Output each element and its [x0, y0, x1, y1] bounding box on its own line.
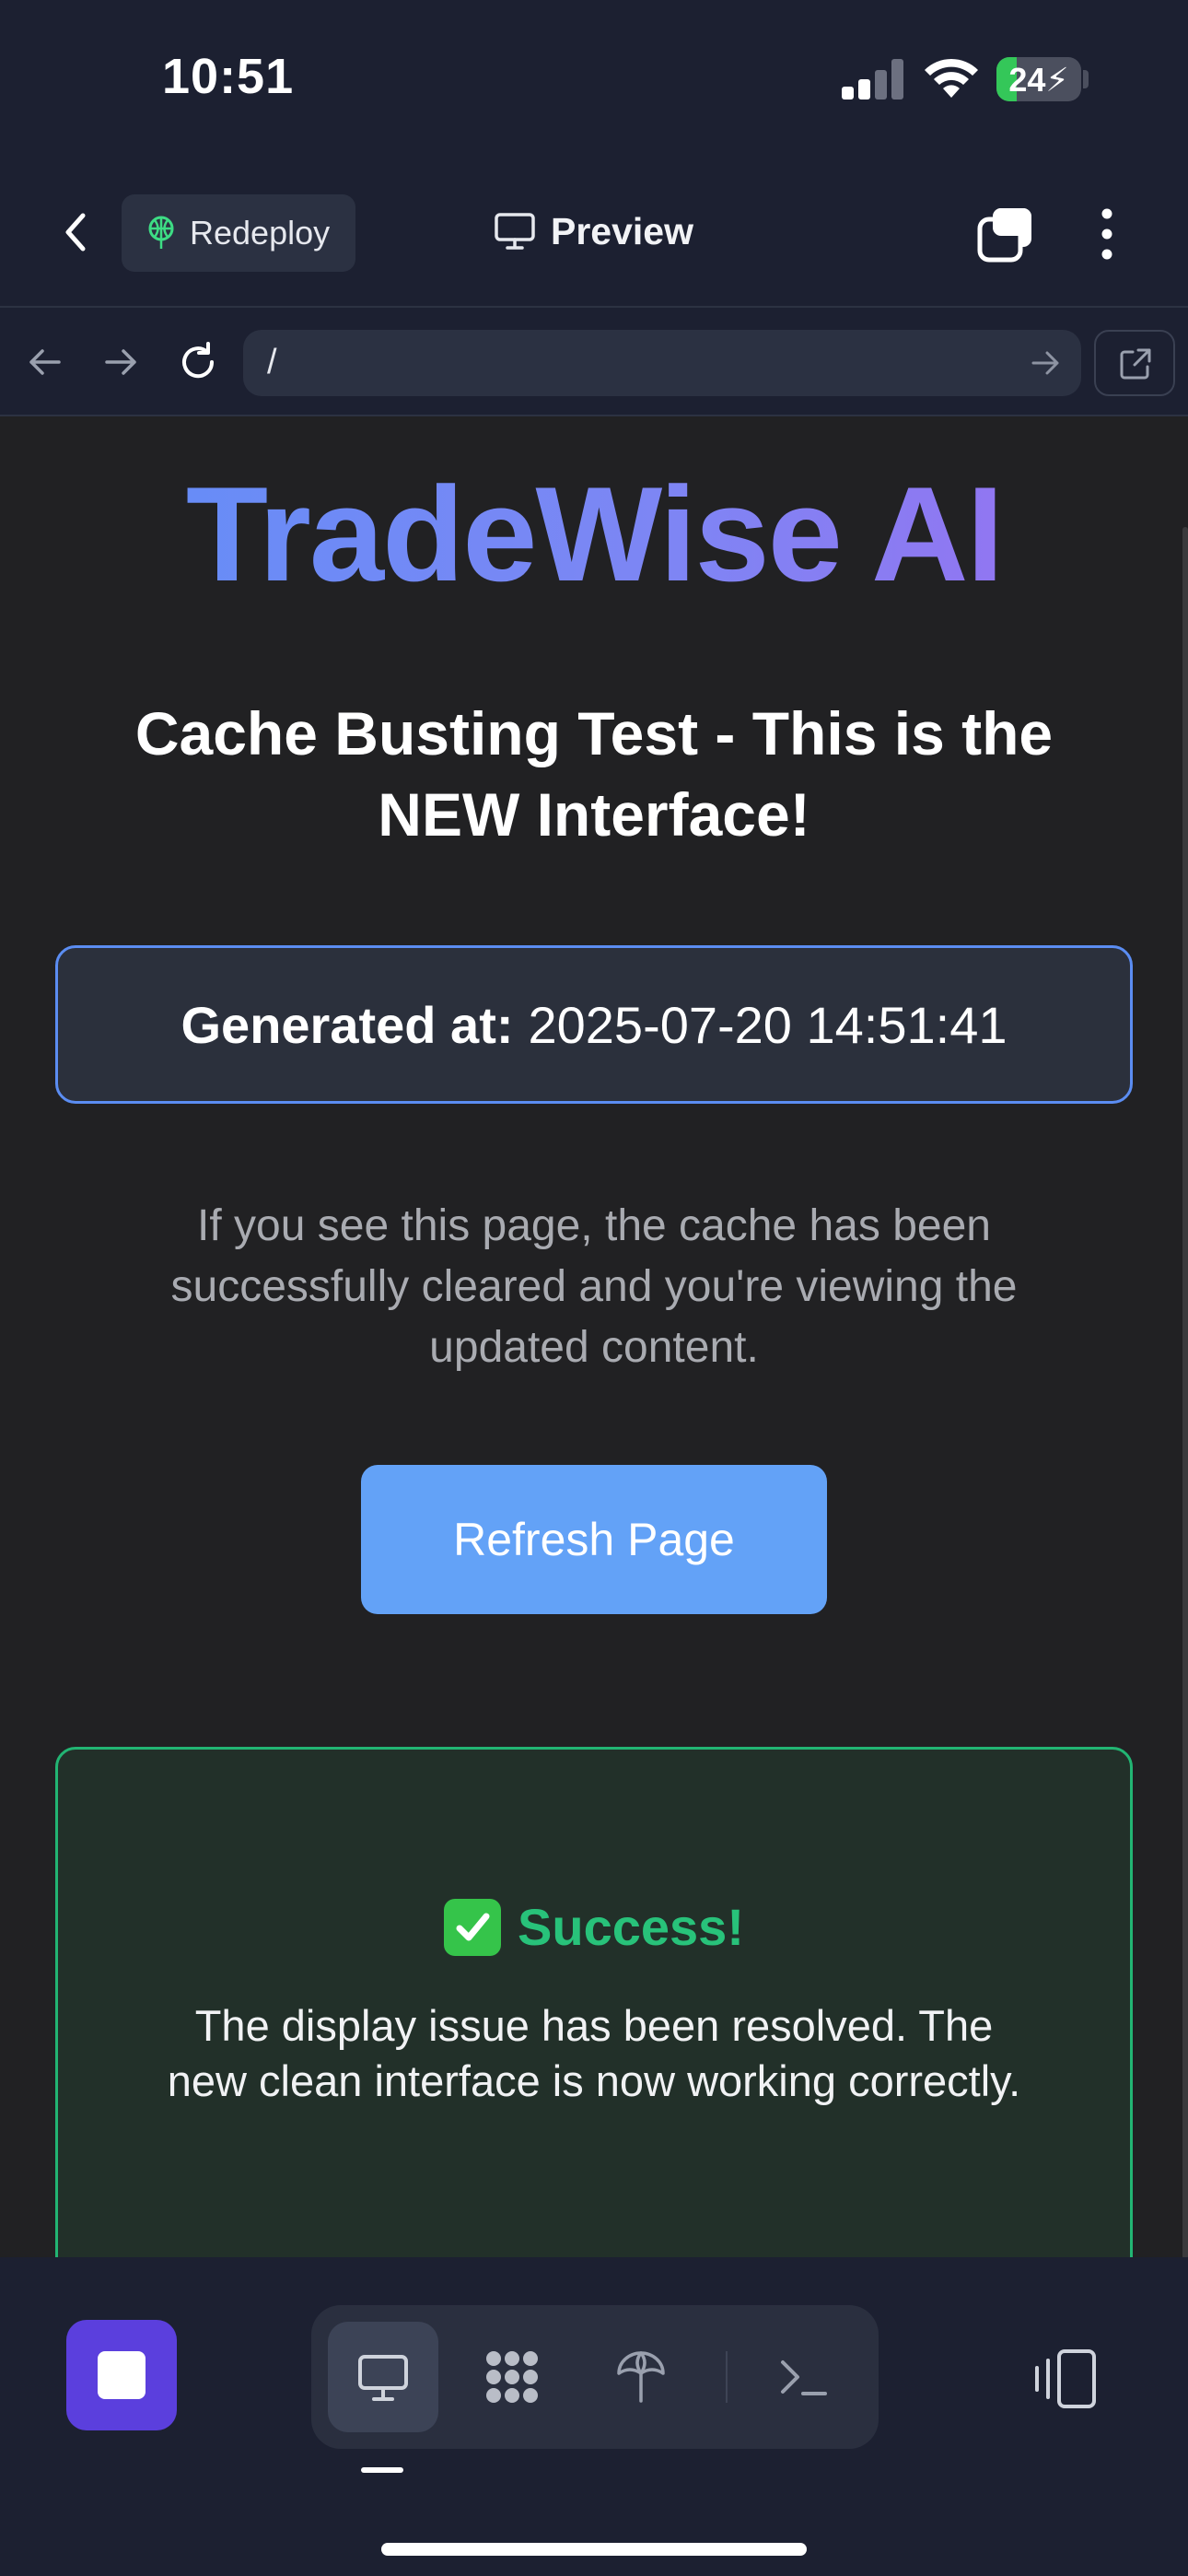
bottom-dock: [0, 2257, 1188, 2576]
deploy-icon: [617, 2351, 665, 2403]
terminal-icon: [781, 2360, 827, 2395]
tabs-icon[interactable]: [976, 205, 1035, 263]
external-link-icon: [1120, 348, 1151, 380]
redeploy-button[interactable]: Redeploy: [122, 194, 355, 272]
device-frame-icon[interactable]: [1031, 2348, 1101, 2410]
preview-label: Preview: [551, 209, 693, 252]
battery-cap: [1083, 70, 1089, 88]
monitor-icon: [495, 213, 535, 250]
success-title: Success!: [518, 1898, 744, 1956]
home-indicator[interactable]: [381, 2543, 807, 2556]
deploy-icon: [148, 216, 174, 249]
success-card: Success! The display issue has been reso…: [55, 1747, 1133, 2257]
apps-icon: [486, 2351, 538, 2403]
url-text: /: [267, 343, 277, 381]
refresh-page-button[interactable]: Refresh Page: [361, 1465, 827, 1614]
cellular-signal-icon: [842, 59, 903, 100]
success-heading: Success!: [58, 1897, 1130, 1957]
generated-at-value: 2025-07-20 14:51:41: [528, 995, 1007, 1054]
arrow-right-icon[interactable]: [99, 341, 142, 383]
reload-icon[interactable]: [177, 341, 219, 383]
dock-tab-deploy[interactable]: [586, 2322, 696, 2432]
status-bar: 10:51 24⚡: [0, 0, 1188, 157]
success-message: The display issue has been resolved. The…: [167, 2001, 1021, 2105]
active-tab-indicator: [361, 2467, 403, 2473]
dock-tab-apps[interactable]: [457, 2322, 567, 2432]
open-external-button[interactable]: [1094, 330, 1175, 396]
scrollbar[interactable]: [1182, 527, 1188, 2257]
more-vertical-icon[interactable]: [1089, 205, 1125, 263]
go-arrow-icon[interactable]: [1030, 348, 1061, 378]
dock-tab-terminal[interactable]: [748, 2322, 858, 2432]
redeploy-label: Redeploy: [190, 214, 331, 252]
battery-icon: 24⚡: [996, 57, 1081, 101]
desktop-icon: [358, 2355, 408, 2401]
info-text: If you see this page, the cache has been…: [170, 1201, 1018, 1372]
generated-at-label: Generated at:: [181, 995, 514, 1054]
page-heading: Cache Busting Test - This is the NEW Int…: [134, 699, 1054, 849]
url-input[interactable]: /: [243, 330, 1081, 396]
brand-title: TradeWise AI: [0, 457, 1188, 612]
stop-icon: [98, 2351, 146, 2399]
status-time: 10:51: [162, 49, 295, 104]
app-header: Redeploy Preview: [0, 157, 1188, 306]
preview-title: Preview: [494, 208, 693, 254]
browser-toolbar: /: [0, 306, 1188, 416]
dock-divider: [726, 2351, 728, 2403]
arrow-left-icon[interactable]: [24, 341, 66, 383]
wifi-icon: [925, 58, 978, 98]
web-content: TradeWise AI Cache Busting Test - This i…: [0, 416, 1188, 2257]
generated-at-card: Generated at: 2025-07-20 14:51:41: [55, 945, 1133, 1104]
check-mark-icon: [444, 1898, 502, 1956]
dock-tab-desktop[interactable]: [328, 2322, 438, 2432]
battery-level: 24: [1008, 61, 1046, 99]
dock-tab-group: [311, 2305, 879, 2449]
back-chevron-icon[interactable]: [52, 205, 103, 260]
stop-button[interactable]: [66, 2320, 177, 2430]
